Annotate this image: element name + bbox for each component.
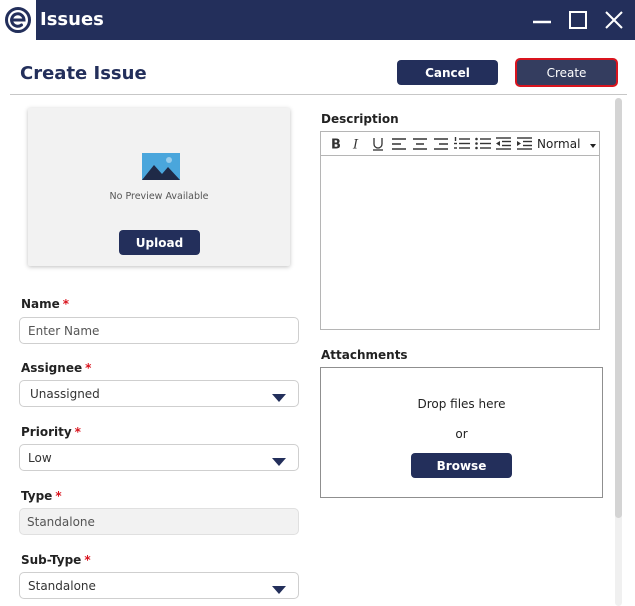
required-marker: * xyxy=(85,361,92,375)
type-field: Standalone xyxy=(19,508,299,535)
minimize-icon[interactable] xyxy=(530,8,554,32)
type-label: Type * xyxy=(21,489,62,503)
e-logo-icon xyxy=(0,0,36,40)
close-icon[interactable] xyxy=(602,8,626,32)
no-preview-text: No Preview Available xyxy=(109,191,209,202)
priority-label-text: Priority xyxy=(21,425,72,439)
assignee-label-text: Assignee xyxy=(21,361,83,375)
align-right-icon[interactable] xyxy=(430,134,451,154)
assignee-select[interactable]: Unassigned xyxy=(19,380,299,407)
required-marker: * xyxy=(74,425,81,439)
underline-icon[interactable] xyxy=(367,134,388,154)
page-title: Create Issue xyxy=(20,63,147,84)
align-center-icon[interactable] xyxy=(409,134,430,154)
indent-icon[interactable] xyxy=(514,134,535,154)
type-label-text: Type xyxy=(21,489,53,503)
bullet-list-icon[interactable] xyxy=(472,134,493,154)
required-marker: * xyxy=(62,297,70,311)
name-input[interactable] xyxy=(19,317,299,344)
cancel-button[interactable]: Cancel xyxy=(397,60,498,85)
description-editor: B I Normal xyxy=(320,131,600,330)
name-label: Name * xyxy=(21,297,69,311)
priority-value: Low xyxy=(28,451,52,465)
required-marker: * xyxy=(84,553,91,567)
header-divider xyxy=(10,94,627,95)
subtype-label: Sub-Type * xyxy=(21,553,91,567)
create-button[interactable]: Create xyxy=(515,58,618,87)
chevron-down-icon xyxy=(272,455,286,469)
outdent-icon[interactable] xyxy=(493,134,514,154)
bold-icon[interactable]: B xyxy=(325,134,346,154)
attachments-dropzone[interactable]: Drop files here or Browse xyxy=(320,367,603,498)
assignee-value: Unassigned xyxy=(30,387,100,401)
maximize-icon[interactable] xyxy=(566,8,590,32)
chevron-down-icon xyxy=(590,137,597,151)
svg-text:B: B xyxy=(331,138,341,151)
assignee-label: Assignee * xyxy=(21,361,91,375)
priority-label: Priority * xyxy=(21,425,81,439)
align-left-icon[interactable] xyxy=(388,134,409,154)
svg-text:I: I xyxy=(352,138,359,151)
name-label-text: Name xyxy=(21,297,60,311)
required-marker: * xyxy=(55,489,62,503)
window-title: Issues xyxy=(40,9,104,30)
subtype-select[interactable]: Standalone xyxy=(19,572,299,599)
attachments-label: Attachments xyxy=(321,348,408,362)
type-value: Standalone xyxy=(27,515,95,529)
image-icon xyxy=(142,153,180,183)
or-text: or xyxy=(455,427,468,441)
window-titlebar: Issues xyxy=(0,0,635,40)
subtype-value: Standalone xyxy=(28,579,96,593)
format-select-value: Normal xyxy=(537,136,581,151)
chevron-down-icon xyxy=(272,583,286,597)
italic-icon[interactable]: I xyxy=(346,134,367,154)
description-label: Description xyxy=(321,112,399,126)
ordered-list-icon[interactable] xyxy=(451,134,472,154)
subtype-label-text: Sub-Type xyxy=(21,553,82,567)
drop-files-text: Drop files here xyxy=(417,397,506,411)
browse-button[interactable]: Browse xyxy=(411,453,512,478)
editor-toolbar: B I Normal xyxy=(321,132,599,156)
scrollbar-thumb[interactable] xyxy=(615,98,622,518)
upload-button[interactable]: Upload xyxy=(119,230,200,255)
chevron-down-icon xyxy=(272,391,286,405)
format-select[interactable]: Normal xyxy=(537,136,597,151)
description-textarea[interactable] xyxy=(321,157,599,329)
priority-select[interactable]: Low xyxy=(19,444,299,471)
